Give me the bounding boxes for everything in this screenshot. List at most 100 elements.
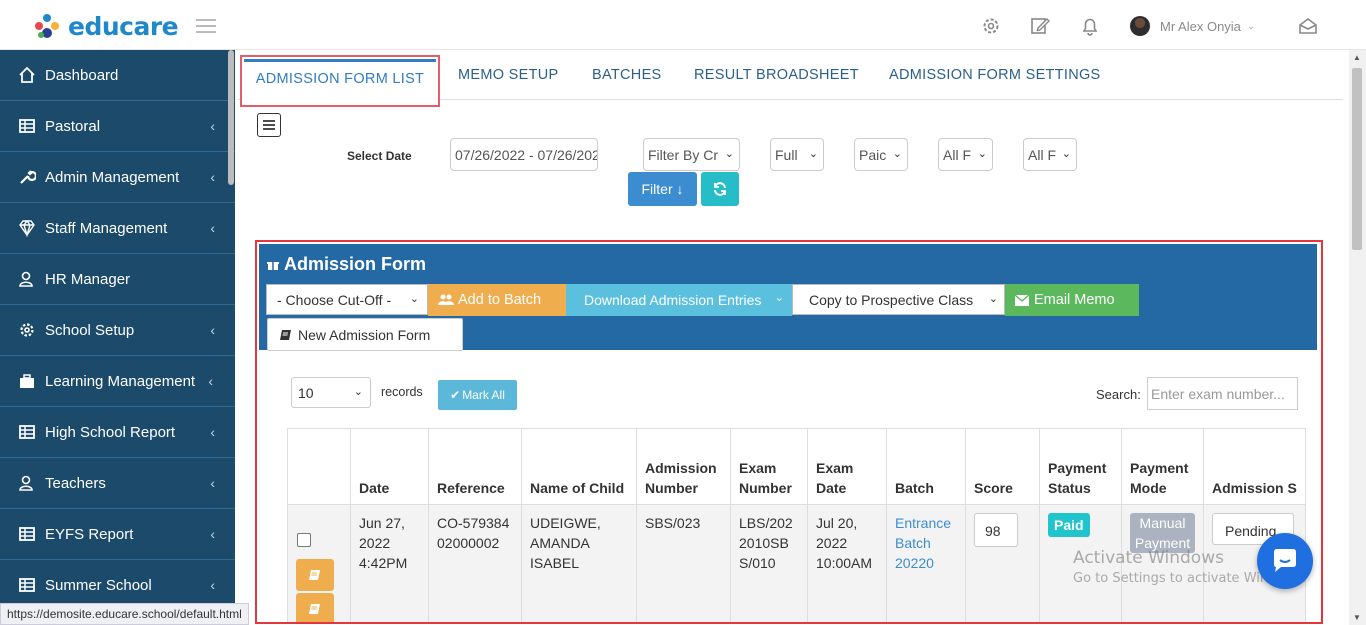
button-label: Add to Batch (458, 292, 542, 308)
tab-admission-form-list[interactable]: ADMISSION FORM LIST (240, 55, 440, 107)
user-menu[interactable]: Mr Alex Onyia ⌄ (1130, 16, 1255, 36)
cell-name: UDEIGWE, AMANDA ISABEL (521, 504, 637, 622)
tab-memo-setup[interactable]: MEMO SETUP (458, 67, 558, 83)
row-select-cell (287, 504, 351, 622)
gift-icon (267, 261, 279, 270)
sidebar-item-eyfs-report[interactable]: EYFS Report ‹ (0, 509, 235, 560)
refresh-icon (714, 182, 726, 196)
all-filter-select-1[interactable]: All F ⌄ (938, 138, 993, 171)
filter-by-criteria-select[interactable]: Filter By Cr ⌄ (643, 138, 740, 171)
scroll-up-icon[interactable]: ▲ (1353, 53, 1361, 62)
scroll-down-icon[interactable]: ▼ (1353, 613, 1361, 622)
column-header-batch[interactable]: Batch (886, 428, 966, 505)
column-header-reference[interactable]: Reference (428, 428, 522, 505)
sidebar-item-learning-management[interactable]: Learning Management ‹ (0, 356, 235, 407)
chevron-left-icon: ‹ (210, 577, 215, 593)
new-admission-form-button[interactable]: New Admission Form (267, 318, 463, 351)
chevron-left-icon: ‹ (210, 118, 215, 134)
bell-icon[interactable] (1079, 15, 1101, 37)
page-scrollbar[interactable]: ▲ ▼ (1349, 50, 1366, 625)
payment-mode-badge: Manual Payment (1130, 513, 1195, 553)
search-label: Search: (1096, 387, 1141, 402)
row-checkbox[interactable] (297, 533, 311, 547)
batch-link[interactable]: Entrance Batch 20220 (895, 515, 951, 571)
sidebar-item-pastoral[interactable]: Pastoral ‹ (0, 101, 235, 152)
scrollbar-thumb[interactable] (1352, 68, 1362, 250)
sidebar-item-dashboard[interactable]: Dashboard (0, 50, 235, 101)
column-header-admission-status[interactable]: Admission S (1203, 428, 1306, 505)
print-form-button[interactable] (296, 593, 334, 622)
filter-toggle-button[interactable] (257, 113, 281, 137)
sidebar-item-teachers[interactable]: Teachers ‹ (0, 458, 235, 509)
all-filter-select-2[interactable]: All F ⌄ (1023, 138, 1077, 171)
select-date-label: Select Date (347, 149, 412, 163)
sidebar-item-label: HR Manager (45, 270, 131, 288)
date-range-input[interactable]: 07/26/2022 - 07/26/202 (450, 138, 598, 171)
admission-table: Date Reference Name of Child Admission N… (287, 428, 1306, 622)
chevron-down-icon: ⌄ (353, 386, 363, 398)
inbox-icon[interactable] (1297, 15, 1319, 37)
column-header-exam-date[interactable]: Exam Date (807, 428, 887, 505)
logo[interactable]: educare (32, 11, 179, 41)
email-memo-button[interactable]: Email Memo (1005, 284, 1139, 316)
sidebar-item-high-school-report[interactable]: High School Report ‹ (0, 407, 235, 458)
edit-icon[interactable] (1029, 15, 1051, 37)
column-header-payment-status[interactable]: Payment Status (1039, 428, 1122, 505)
gear-icon[interactable] (980, 15, 1002, 37)
chevron-left-icon: ‹ (210, 475, 215, 491)
table-icon (19, 578, 35, 592)
full-select[interactable]: Full ⌄ (770, 138, 824, 171)
add-to-batch-button[interactable]: Add to Batch (428, 284, 566, 316)
chevron-left-icon: ‹ (210, 526, 215, 542)
chevron-left-icon: ‹ (210, 220, 215, 236)
tab-bar: ADMISSION FORM LIST MEMO SETUP BATCHES R… (238, 50, 1343, 107)
sidebar-item-staff-management[interactable]: Staff Management ‹ (0, 203, 235, 254)
refresh-button[interactable] (701, 172, 739, 206)
select-value: Filter By Cr (648, 147, 718, 163)
filter-button[interactable]: Filter ↓ (628, 172, 697, 206)
tab-admission-form-settings[interactable]: ADMISSION FORM SETTINGS (889, 67, 1101, 83)
column-header-name[interactable]: Name of Child (521, 428, 637, 505)
download-admission-entries-button[interactable]: Download Admission Entries ⌄ (566, 284, 792, 316)
column-header-date[interactable]: Date (350, 428, 429, 505)
sidebar-item-admin-management[interactable]: Admin Management ‹ (0, 152, 235, 203)
column-header-admission-number[interactable]: Admission Number (636, 428, 731, 505)
wrench-icon (20, 170, 36, 184)
user-name: Mr Alex Onyia (1160, 18, 1241, 34)
view-form-button[interactable] (296, 559, 334, 591)
button-label: New Admission Form (298, 326, 431, 343)
sidebar-item-hr-manager[interactable]: HR Manager (0, 254, 235, 305)
sidebar-scrollbar[interactable] (228, 50, 234, 185)
panel-title-text: Admission Form (284, 254, 427, 274)
table-icon (19, 527, 35, 541)
select-value: All F (943, 147, 971, 163)
payment-select[interactable]: Paic ⌄ (854, 138, 908, 171)
cutoff-select[interactable]: - Choose Cut-Off - ⌄ (266, 284, 428, 315)
cell-reference: CO-57938402000002 (428, 504, 522, 622)
score-input[interactable]: 98 (974, 513, 1018, 547)
chevron-down-icon: ⌄ (977, 148, 987, 160)
panel-header: Admission Form - Choose Cut-Off - ⌄ Add … (259, 244, 1317, 351)
column-header-score[interactable]: Score (965, 428, 1040, 505)
cell-exam-date: Jul 20, 2022 10:00AM (807, 504, 887, 622)
chat-bubble-icon (1274, 549, 1296, 572)
tab-batches[interactable]: BATCHES (592, 67, 662, 83)
copy-to-prospective-class-select[interactable]: Copy to Prospective Class ⌄ (792, 284, 1005, 315)
sidebar-item-school-setup[interactable]: School Setup ‹ (0, 305, 235, 356)
column-header-exam-number[interactable]: Exam Number (730, 428, 808, 505)
home-icon (19, 66, 35, 83)
chevron-down-icon: ⌄ (409, 293, 419, 305)
records-per-page-select[interactable]: 10 ⌄ (291, 377, 371, 408)
select-value: - Choose Cut-Off - (277, 292, 392, 308)
chat-button[interactable] (1257, 533, 1313, 589)
tab-result-broadsheet[interactable]: RESULT BROADSHEET (694, 67, 859, 83)
menu-toggle-icon[interactable] (196, 19, 216, 33)
search-input[interactable]: Enter exam number... (1147, 377, 1298, 410)
mark-all-button[interactable]: ✔ Mark All (438, 380, 517, 410)
button-label: Mark All (462, 388, 505, 402)
select-value: Full (775, 147, 798, 163)
logo-mark-icon (35, 14, 59, 38)
table-icon (19, 119, 35, 133)
column-header-payment-mode[interactable]: Payment Mode (1121, 428, 1204, 505)
records-label: records (381, 385, 423, 399)
